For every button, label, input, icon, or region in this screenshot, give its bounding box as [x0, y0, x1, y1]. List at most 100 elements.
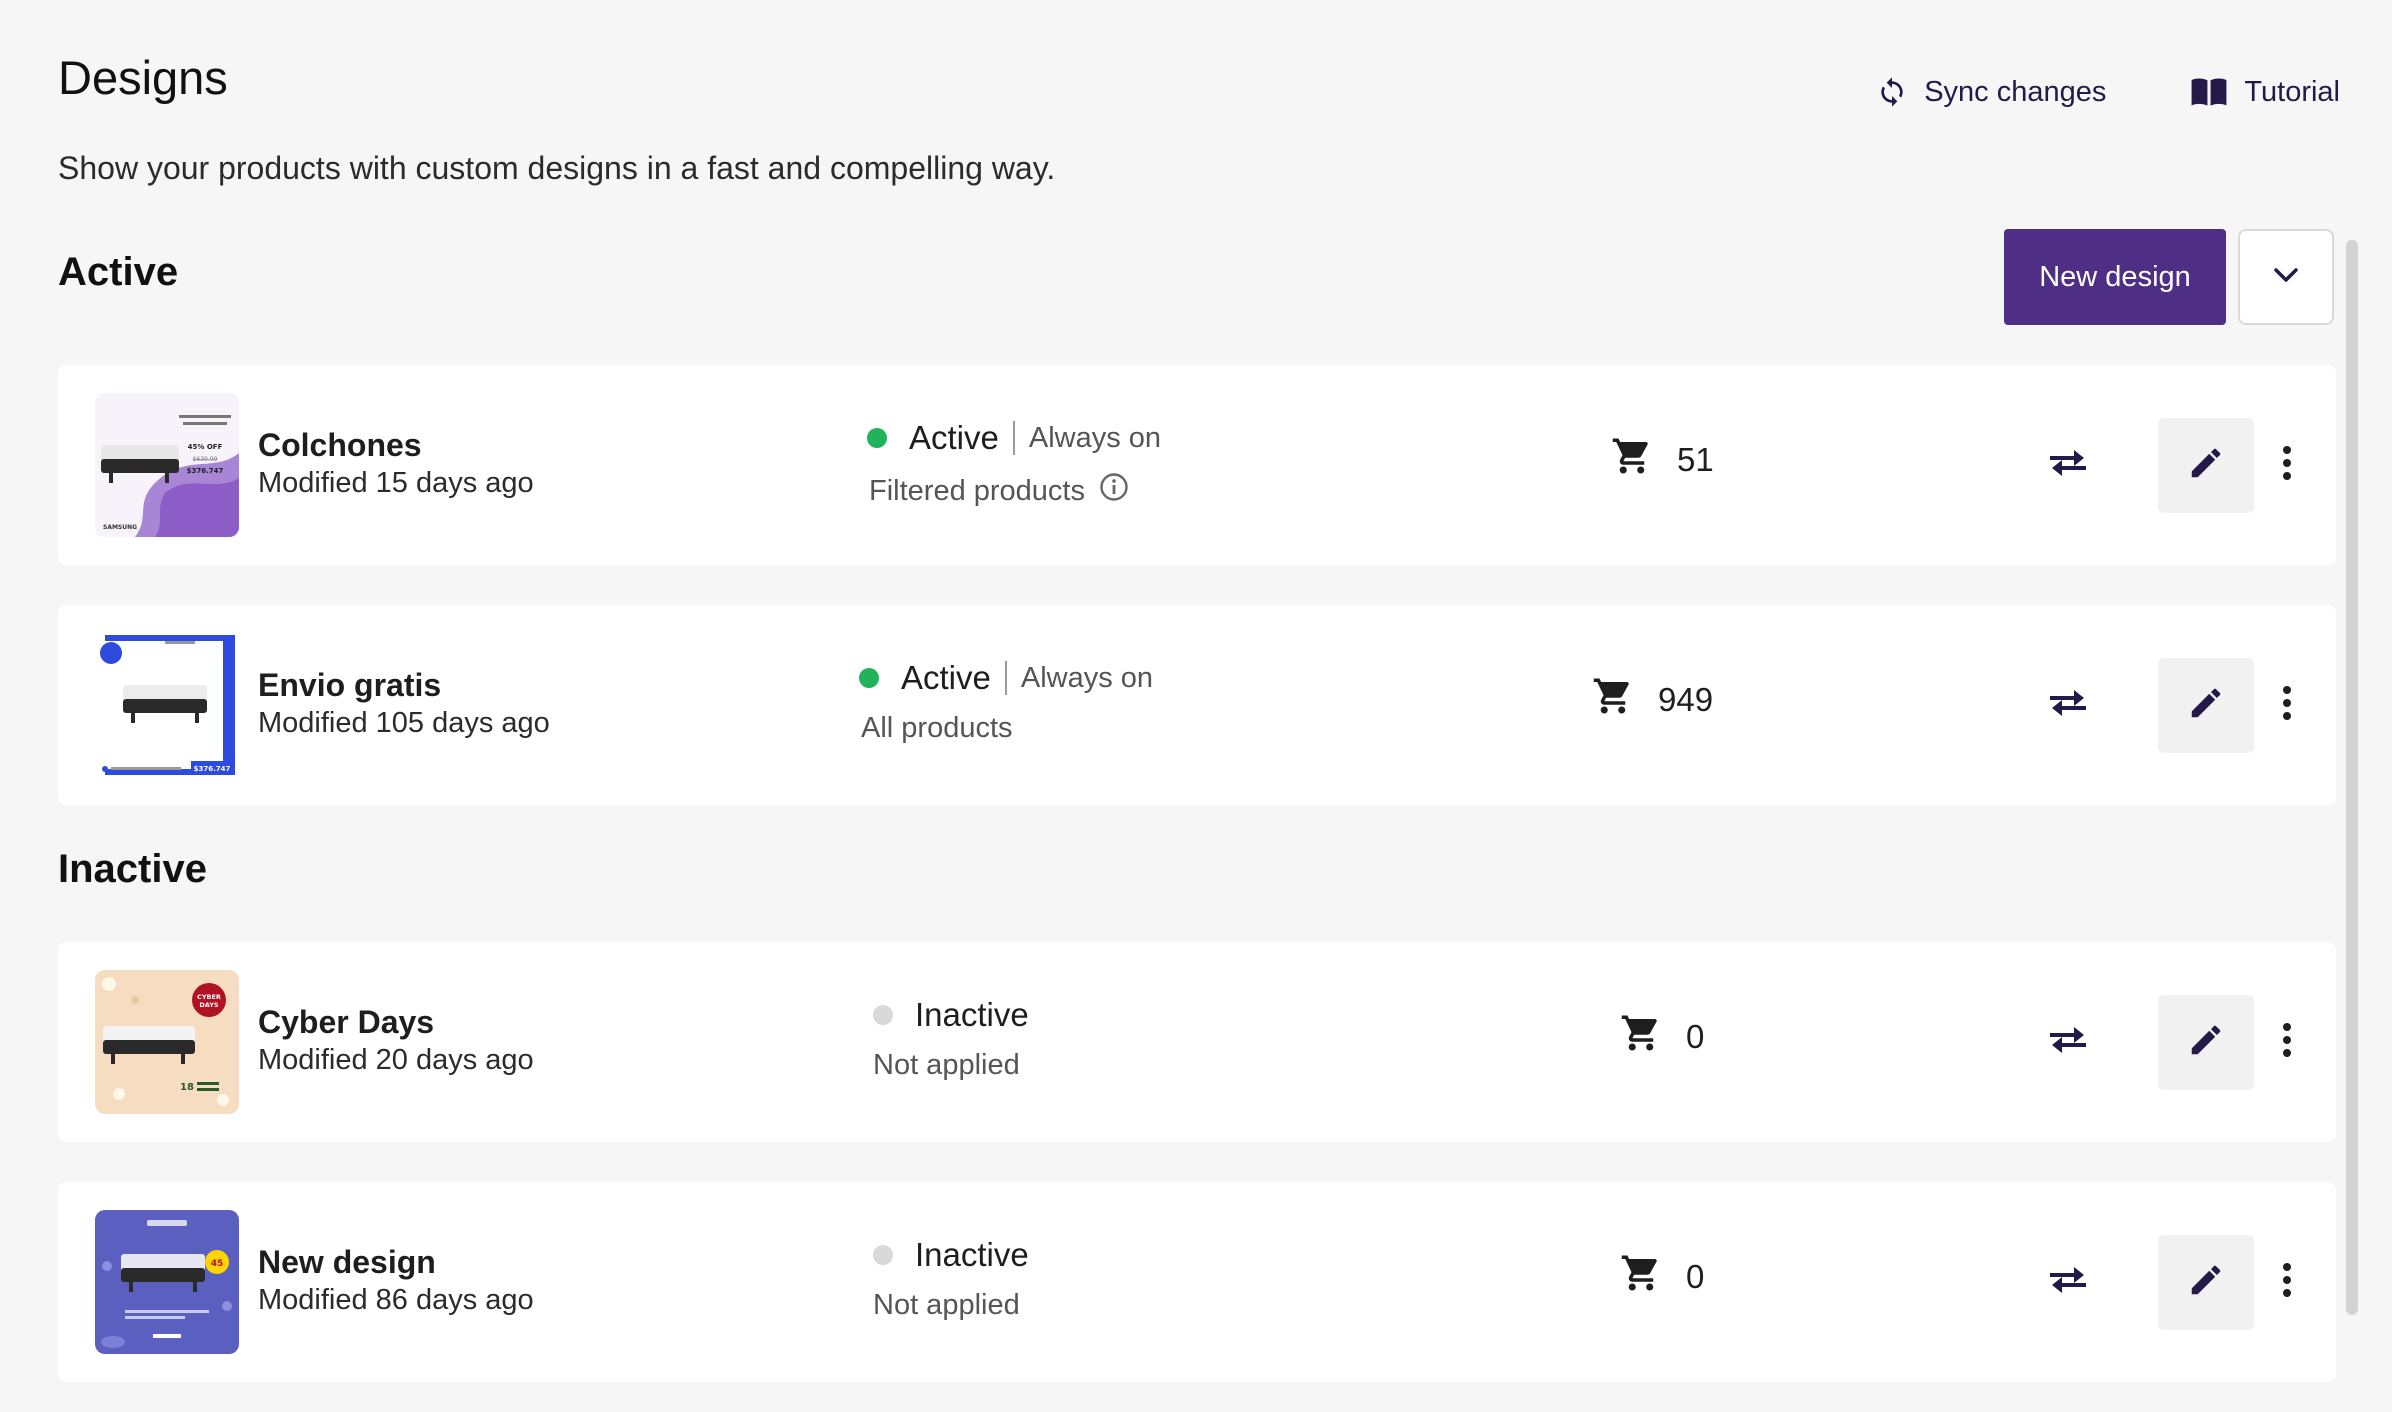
status-dot	[867, 428, 887, 448]
count-value: 0	[1686, 1258, 1705, 1295]
more-vertical-icon	[2282, 445, 2292, 486]
more-vertical-icon	[2282, 685, 2292, 726]
swap-button[interactable]	[2048, 445, 2088, 485]
swap-icon	[2048, 1024, 2088, 1061]
thumb-badge-line2: DAYS	[199, 1001, 219, 1009]
status-schedule: Always on	[1020, 661, 1154, 694]
design-modified: Modified 86 days ago	[258, 1284, 534, 1316]
product-count: 0	[1620, 1012, 1704, 1062]
swap-button[interactable]	[2048, 1022, 2088, 1062]
more-vertical-icon	[2282, 1022, 2292, 1063]
edit-button[interactable]	[2158, 418, 2254, 513]
info-icon[interactable]	[1099, 472, 1129, 510]
thumb-off-text: 45% OFF	[188, 443, 223, 451]
thumb-old-price: $639.99	[193, 456, 218, 463]
thumb-number: 18	[180, 1082, 194, 1093]
count-value: 949	[1658, 681, 1714, 718]
design-thumbnail: 45	[95, 1210, 239, 1354]
product-count: 0	[1620, 1252, 1704, 1302]
design-name: Colchones	[258, 427, 422, 463]
sync-changes-button[interactable]: Sync changes	[1876, 74, 2106, 110]
pencil-icon	[2187, 444, 2225, 487]
inactive-section-title: Inactive	[58, 847, 207, 891]
thumb-price: $376.747	[187, 467, 224, 475]
thumb-brand: SAMSUNG	[103, 524, 137, 531]
design-card-cyber-days[interactable]: CYBER DAYS 18 Cyber Days Modified 20 day…	[58, 942, 2336, 1142]
scope-line: All products	[861, 712, 1013, 745]
design-modified: Modified 20 days ago	[258, 1044, 534, 1076]
chevron-down-icon	[2273, 267, 2299, 288]
status-line: Active Always on	[867, 419, 1161, 457]
swap-button[interactable]	[2048, 1262, 2088, 1302]
swap-icon	[2048, 1264, 2088, 1301]
product-count: 949	[1592, 675, 1713, 725]
design-card-envio-gratis[interactable]: $376.747 Envio gratis Modified 105 days …	[58, 605, 2336, 805]
top-actions: Sync changes Tutorial	[1876, 74, 2340, 110]
status-label: Active	[909, 419, 999, 456]
new-design-dropdown-button[interactable]	[2238, 229, 2334, 325]
scope-label: All products	[861, 712, 1013, 744]
status-separator	[1012, 421, 1015, 455]
thumb-badge: 45	[211, 1259, 224, 1269]
design-card-new-design[interactable]: 45 New design Modified 86 days ago Inact…	[58, 1182, 2336, 1382]
more-options-button[interactable]	[2275, 445, 2299, 485]
design-modified: Modified 105 days ago	[258, 707, 550, 739]
design-card-colchones[interactable]: 45% OFF $639.99 $376.747 SAMSUNG Colchon…	[58, 365, 2336, 565]
design-modified: Modified 15 days ago	[258, 467, 534, 499]
count-value: 51	[1677, 441, 1714, 478]
pencil-icon	[2187, 1021, 2225, 1064]
count-value: 0	[1686, 1018, 1705, 1055]
scope-line: Not applied	[873, 1289, 1020, 1322]
product-count: 51	[1611, 435, 1714, 485]
cart-icon	[1620, 1012, 1662, 1062]
design-name: Cyber Days	[258, 1004, 435, 1040]
tutorial-button[interactable]: Tutorial	[2190, 76, 2340, 109]
status-label: Active	[901, 659, 991, 696]
scrollbar[interactable]	[2346, 240, 2358, 1315]
pencil-icon	[2187, 1261, 2225, 1304]
pencil-icon	[2187, 684, 2225, 727]
more-options-button[interactable]	[2275, 685, 2299, 725]
edit-button[interactable]	[2158, 658, 2254, 753]
thumb-badge-line1: CYBER	[197, 993, 221, 1001]
design-thumbnail: $376.747	[95, 633, 239, 777]
status-line: Inactive	[873, 996, 1029, 1034]
status-line: Active Always on	[859, 659, 1153, 697]
edit-button[interactable]	[2158, 1235, 2254, 1330]
more-options-button[interactable]	[2275, 1022, 2299, 1062]
edit-button[interactable]	[2158, 995, 2254, 1090]
scope-label: Not applied	[873, 1049, 1020, 1081]
book-icon	[2190, 76, 2228, 108]
sync-icon	[1876, 74, 1908, 110]
status-separator	[1004, 661, 1007, 695]
status-label: Inactive	[915, 996, 1029, 1033]
status-dot	[873, 1245, 893, 1265]
sync-changes-label: Sync changes	[1924, 75, 2107, 108]
design-thumbnail: CYBER DAYS 18	[95, 970, 239, 1114]
page-subtitle: Show your products with custom designs i…	[58, 150, 1056, 186]
design-name: Envio gratis	[258, 667, 442, 703]
cart-icon	[1620, 1252, 1662, 1302]
swap-icon	[2048, 447, 2088, 484]
status-schedule: Always on	[1028, 421, 1162, 454]
swap-button[interactable]	[2048, 685, 2088, 725]
scope-label: Filtered products	[869, 474, 1085, 507]
scope-label: Not applied	[873, 1289, 1020, 1321]
status-dot	[859, 668, 879, 688]
swap-icon	[2048, 687, 2088, 724]
new-design-group: New design	[2004, 229, 2334, 325]
design-name: New design	[258, 1244, 436, 1280]
status-dot	[873, 1005, 893, 1025]
designs-page: Designs Show your products with custom d…	[0, 0, 2392, 1412]
design-thumbnail: 45% OFF $639.99 $376.747 SAMSUNG	[95, 393, 239, 537]
page-title: Designs	[58, 51, 228, 104]
status-label: Inactive	[915, 1236, 1029, 1273]
more-vertical-icon	[2282, 1262, 2292, 1303]
tutorial-label: Tutorial	[2244, 75, 2340, 108]
scope-line: Not applied	[873, 1049, 1020, 1082]
status-line: Inactive	[873, 1236, 1029, 1274]
new-design-button[interactable]: New design	[2004, 229, 2226, 325]
cart-icon	[1592, 675, 1634, 725]
scope-line: Filtered products	[869, 472, 1129, 510]
more-options-button[interactable]	[2275, 1262, 2299, 1302]
